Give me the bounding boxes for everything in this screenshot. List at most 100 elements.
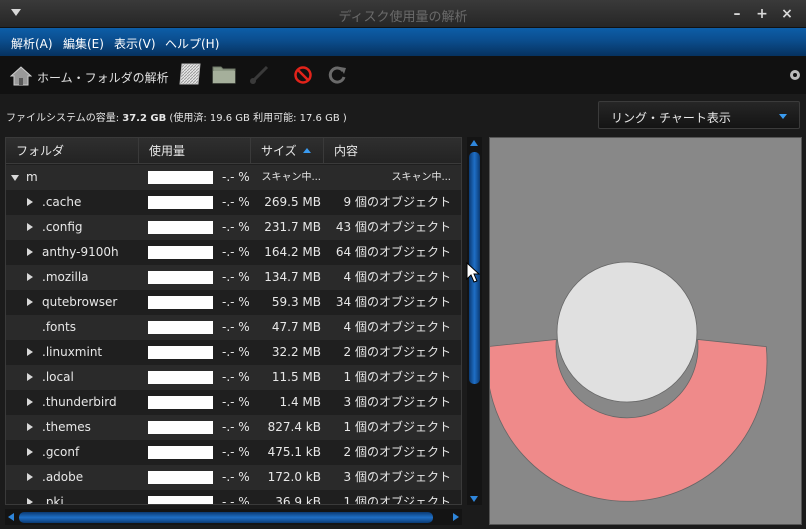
table-row[interactable]: qutebrowser -.- % 59.3 MB 34 個のオブジェクト xyxy=(6,290,461,315)
capacity-value: 37.2 GB xyxy=(122,113,167,124)
scroll-left-icon[interactable] xyxy=(8,513,14,521)
table-row[interactable]: .pki -.- % 36.9 kB 1 個のオブジェクト xyxy=(6,490,461,505)
expander-icon[interactable] xyxy=(27,423,33,431)
folder-size: 231.7 MB xyxy=(264,220,321,234)
usage-percent: -.- % xyxy=(222,445,250,459)
table-row[interactable]: .linuxmint -.- % 32.2 MB 2 個のオブジェクト xyxy=(6,340,461,365)
expander-icon[interactable] xyxy=(27,373,33,381)
usage-bar xyxy=(148,496,213,504)
horizontal-scrollbar[interactable] xyxy=(5,509,462,525)
expander-icon[interactable] xyxy=(11,175,19,181)
object-count: 1 個のオブジェクト xyxy=(343,420,451,434)
expander-icon[interactable] xyxy=(27,298,33,306)
ring-center[interactable] xyxy=(556,261,698,403)
ring-chart[interactable] xyxy=(486,138,801,524)
menu-edit[interactable]: 編集(E) xyxy=(63,35,104,52)
folder-size: スキャン中... xyxy=(261,172,321,183)
column-size[interactable]: サイズ xyxy=(251,138,324,164)
scroll-down-icon[interactable] xyxy=(470,496,478,502)
capacity-prefix: ファイルシステムの容量: xyxy=(6,113,123,124)
stop-icon[interactable] xyxy=(294,66,312,84)
usage-bar xyxy=(148,471,213,484)
ring-chart-panel[interactable] xyxy=(486,137,802,525)
expander-icon[interactable] xyxy=(27,448,33,456)
folder-size: 36.9 kB xyxy=(275,495,321,505)
usage-percent: -.- % xyxy=(222,195,250,209)
expander-icon[interactable] xyxy=(27,348,33,356)
table-row[interactable]: .config -.- % 231.7 MB 43 個のオブジェクト xyxy=(6,215,461,240)
minimize-button[interactable]: – xyxy=(729,6,745,22)
usage-bar xyxy=(148,421,213,434)
usage-bar xyxy=(148,321,213,334)
expander-icon[interactable] xyxy=(27,248,33,256)
refresh-icon[interactable] xyxy=(328,65,348,85)
folder-name: .cache xyxy=(42,195,82,209)
folder-name: qutebrowser xyxy=(42,295,118,309)
folder-name: m xyxy=(26,170,38,184)
object-count: 3 個のオブジェクト xyxy=(343,470,451,484)
table-row[interactable]: .mozilla -.- % 134.7 MB 4 個のオブジェクト xyxy=(6,265,461,290)
expander-icon[interactable] xyxy=(27,473,33,481)
expander-icon[interactable] xyxy=(27,273,33,281)
column-usage[interactable]: 使用量 xyxy=(139,138,251,164)
folder-name: .mozilla xyxy=(42,270,89,284)
expander-icon[interactable] xyxy=(27,223,33,231)
folder-name: .themes xyxy=(42,420,91,434)
table-row[interactable]: .thunderbird -.- % 1.4 MB 3 個のオブジェクト xyxy=(6,390,461,415)
scan-remote-icon xyxy=(249,65,269,85)
table-row[interactable]: m -.- % スキャン中... スキャン中... xyxy=(6,165,461,190)
menu-bar: 解析(A) 編集(E) 表示(V) ヘルプ(H) xyxy=(0,28,806,56)
more-icon[interactable] xyxy=(788,68,802,82)
expander-icon[interactable] xyxy=(27,198,33,206)
usage-bar xyxy=(148,346,213,359)
column-folder[interactable]: フォルダ xyxy=(6,138,139,164)
usage-percent: -.- % xyxy=(222,320,250,334)
menu-view[interactable]: 表示(V) xyxy=(114,35,156,52)
scroll-right-icon[interactable] xyxy=(453,513,459,521)
object-count: 2 個のオブジェクト xyxy=(343,445,451,459)
scan-folder-icon[interactable] xyxy=(212,64,236,84)
object-count: 43 個のオブジェクト xyxy=(335,220,451,234)
filesystem-info: ファイルシステムの容量: 37.2 GB (使用済: 19.6 GB 利用可能:… xyxy=(6,109,347,124)
expander-icon[interactable] xyxy=(27,398,33,406)
table-row[interactable]: .fonts -.- % 47.7 MB 4 個のオブジェクト xyxy=(6,315,461,340)
usage-percent: -.- % xyxy=(222,295,250,309)
table-row[interactable]: .adobe -.- % 172.0 kB 3 個のオブジェクト xyxy=(6,465,461,490)
horizontal-scroll-thumb[interactable] xyxy=(19,512,433,523)
folder-name: anthy-9100h xyxy=(42,245,119,259)
usage-bar xyxy=(148,296,213,309)
usage-percent: -.- % xyxy=(222,420,250,434)
usage-bar xyxy=(148,171,213,184)
capacity-details: (使用済: 19.6 GB 利用可能: 17.6 GB ) xyxy=(166,113,347,124)
chart-type-label: リング・チャート表示 xyxy=(611,111,731,125)
table-row[interactable]: .local -.- % 11.5 MB 1 個のオブジェクト xyxy=(6,365,461,390)
object-count: 64 個のオブジェクト xyxy=(335,245,451,259)
scan-filesystem-icon[interactable] xyxy=(178,62,202,86)
title-bar: ディスク使用量の解析 – + × xyxy=(0,0,806,28)
folder-name: .fonts xyxy=(42,320,76,334)
folder-size: 32.2 MB xyxy=(271,345,321,359)
table-row[interactable]: .themes -.- % 827.4 kB 1 個のオブジェクト xyxy=(6,415,461,440)
mouse-cursor-icon xyxy=(466,262,480,283)
table-row[interactable]: .cache -.- % 269.5 MB 9 個のオブジェクト xyxy=(6,190,461,215)
menu-help[interactable]: ヘルプ(H) xyxy=(165,35,219,52)
folder-name: .gconf xyxy=(42,445,80,459)
folder-name: .linuxmint xyxy=(42,345,103,359)
menu-analyze[interactable]: 解析(A) xyxy=(11,35,53,52)
sort-ascending-icon xyxy=(302,148,311,153)
chart-type-dropdown[interactable]: リング・チャート表示 xyxy=(598,101,800,129)
column-contents[interactable]: 内容 xyxy=(324,138,461,164)
usage-bar xyxy=(148,371,213,384)
expander-icon[interactable] xyxy=(27,498,33,504)
maximize-button[interactable]: + xyxy=(754,6,770,22)
table-row[interactable]: .gconf -.- % 475.1 kB 2 個のオブジェクト xyxy=(6,440,461,465)
usage-percent: -.- % xyxy=(222,495,250,505)
scroll-up-icon[interactable] xyxy=(470,140,478,146)
table-row[interactable]: anthy-9100h -.- % 164.2 MB 64 個のオブジェクト xyxy=(6,240,461,265)
usage-bar xyxy=(148,271,213,284)
vertical-scrollbar[interactable] xyxy=(467,137,482,505)
usage-percent: -.- % xyxy=(222,395,250,409)
usage-bar xyxy=(148,446,213,459)
close-button[interactable]: × xyxy=(779,6,795,22)
folder-tree[interactable]: フォルダ 使用量 サイズ 内容 m -.- % スキャン中... スキャン中... .c… xyxy=(5,137,462,505)
